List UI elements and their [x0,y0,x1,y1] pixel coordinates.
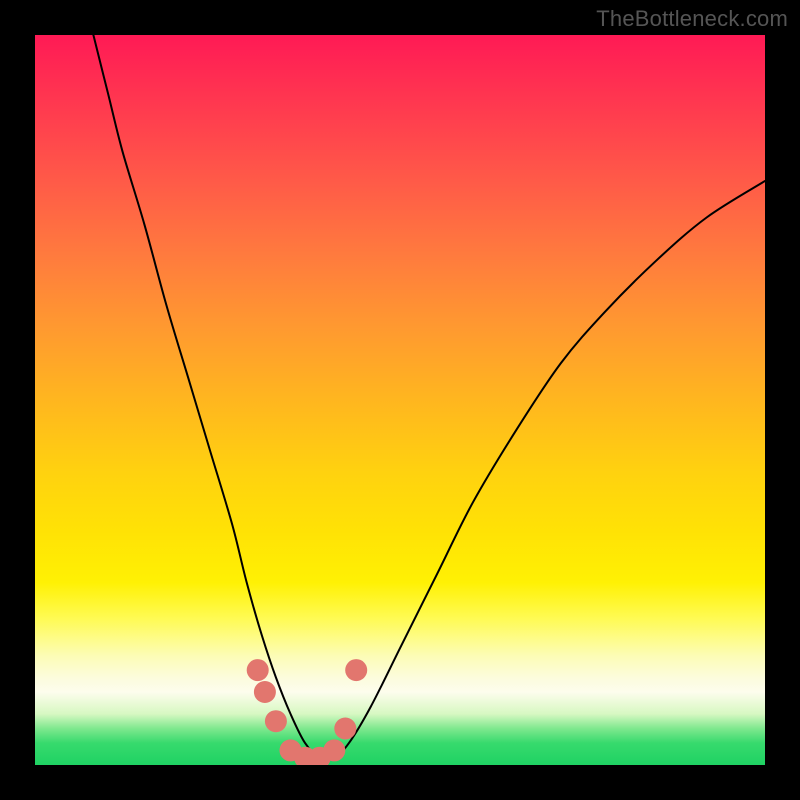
bottleneck-curve [93,35,765,760]
highlight-point [265,710,287,732]
highlight-points [247,659,368,765]
chart-frame: TheBottleneck.com [0,0,800,800]
chart-svg [35,35,765,765]
highlight-point [247,659,269,681]
highlight-point [345,659,367,681]
highlight-point [323,739,345,761]
plot-area [35,35,765,765]
highlight-point [334,718,356,740]
highlight-point [254,681,276,703]
watermark-text: TheBottleneck.com [596,6,788,32]
